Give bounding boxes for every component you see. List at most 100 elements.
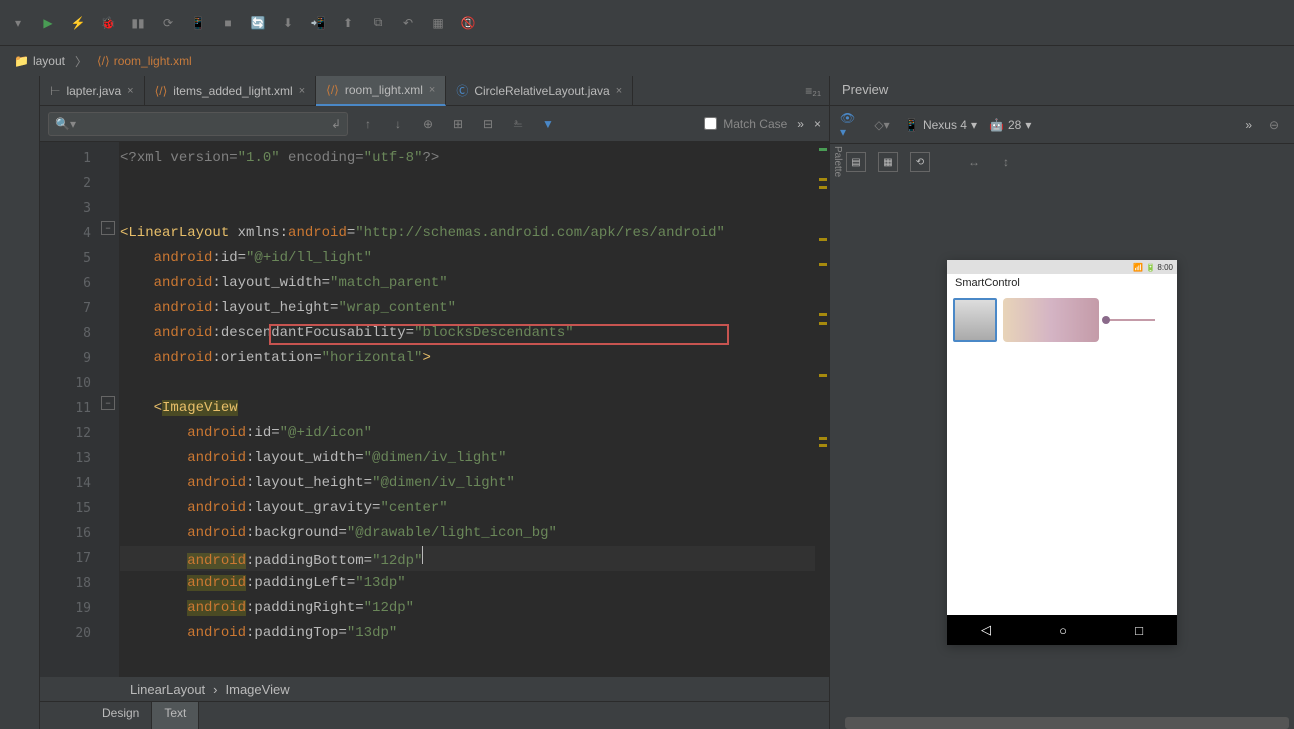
line-number: 1 [40,146,119,171]
design-text-tabs: Design Text [40,701,829,729]
breadcrumb-sep-icon: 〉 [75,53,87,70]
line-offset-icon[interactable]: ≡₂₁ [805,84,821,98]
target-icon[interactable]: ⊕ [418,114,438,134]
line-number: 8 [40,321,119,346]
editor-tabs: ⊢lapter.java× ⟨/⟩items_added_light.xml× … [40,76,829,106]
run-icon[interactable]: ▶ [38,13,58,33]
breadcrumb: 📁 layout 〉 ⟨/⟩ room_light.xml [0,46,1294,76]
path-item[interactable]: ImageView [226,682,290,697]
fold-icon[interactable]: − [101,396,115,410]
line-number: 18 [40,571,119,596]
back-icon: ◁ [981,622,991,638]
dropdown-icon[interactable]: ▾ [8,13,28,33]
close-icon[interactable]: × [616,85,622,97]
pan-h-icon[interactable]: ↔ [964,152,984,172]
line-number: 20 [40,621,119,646]
match-case-checkbox[interactable]: Match Case [704,117,787,131]
close-icon[interactable]: × [299,85,305,97]
search-input[interactable]: 🔍▾↲ [48,112,348,136]
palette-label[interactable]: Palette [832,146,843,177]
sdk-icon[interactable]: ⬆ [338,13,358,33]
debug-icon[interactable]: 🐞 [98,13,118,33]
api-selector[interactable]: 🤖 28 ▾ [989,118,1031,132]
line-number: 17 [40,546,119,571]
eye-icon[interactable]: 👁▾ [840,115,860,135]
layout-icon[interactable]: ▦ [428,13,448,33]
scrollbar[interactable] [845,717,1289,729]
line-number: 13 [40,446,119,471]
preview-panel: Preview 👁▾ ◇▾ 📱 Nexus 4 ▾ 🤖 28 ▾ » ⊖ Pal… [829,76,1294,729]
attach-icon[interactable]: 📱 [188,13,208,33]
pan-v-icon[interactable]: ↕ [996,152,1016,172]
line-number: 5 [40,246,119,271]
sync-icon[interactable]: 🔄 [248,13,268,33]
stop-icon[interactable]: ■ [218,13,238,33]
next-icon[interactable]: ↓ [388,114,408,134]
structure-icon[interactable]: ⧉ [368,13,388,33]
coverage-icon[interactable]: ⟳ [158,13,178,33]
prev-icon[interactable]: ↑ [358,114,378,134]
close-find-icon[interactable]: × [814,117,821,131]
profile-icon[interactable]: ▮▮ [128,13,148,33]
tab-items-added[interactable]: ⟨/⟩items_added_light.xml× [145,76,317,106]
tab-lapter[interactable]: ⊢lapter.java× [40,76,145,106]
gradient-bar [1003,298,1099,342]
line-number: 16 [40,521,119,546]
code-editor[interactable]: <?xml version="1.0" encoding="utf-8"?> <… [120,142,815,677]
device-icon[interactable]: 📵 [458,13,478,33]
refresh-icon[interactable]: ⟲ [910,152,930,172]
line-number: 15 [40,496,119,521]
close-icon[interactable]: × [429,84,435,96]
download-icon[interactable]: ⬇ [278,13,298,33]
home-icon: ○ [1059,623,1067,638]
more-icon[interactable]: » [1245,118,1252,132]
line-number: 10 [40,371,119,396]
slider [1105,319,1155,321]
breadcrumb-file[interactable]: ⟨/⟩ room_light.xml [91,52,198,70]
error-strip [815,142,829,677]
device-selector[interactable]: 📱 Nexus 4 ▾ [904,118,977,132]
close-icon[interactable]: × [127,85,133,97]
light-icon [953,298,997,342]
line-number: 3 [40,196,119,221]
avd-icon[interactable]: 📲 [308,13,328,33]
add-sel-icon[interactable]: ⊞ [448,114,468,134]
lightning-icon[interactable]: ⚡ [68,13,88,33]
fold-icon[interactable]: − [101,221,115,235]
minimize-icon[interactable]: ⊖ [1264,115,1284,135]
line-number: 9 [40,346,119,371]
left-tool-strip [0,76,40,729]
select-all-icon[interactable]: ⎁ [508,114,528,134]
line-number: 6 [40,271,119,296]
phone-statusbar: 📶 🔋 8:00 [947,260,1177,274]
phone-nav: ◁ ○ □ [947,615,1177,645]
blueprint-icon[interactable]: ▦ [878,152,898,172]
line-number: 12 [40,421,119,446]
tab-room-light[interactable]: ⟨/⟩room_light.xml× [316,76,446,106]
more-icon[interactable]: » [797,117,804,131]
main-toolbar: ▾ ▶ ⚡ 🐞 ▮▮ ⟳ 📱 ■ 🔄 ⬇ 📲 ⬆ ⧉ ↶ ▦ 📵 [0,0,1294,46]
line-number: 19 [40,596,119,621]
line-number: 7 [40,296,119,321]
tab-design[interactable]: Design [90,702,152,729]
match-case-input[interactable] [704,117,717,130]
breadcrumb-folder[interactable]: 📁 layout [8,52,71,70]
orientation-icon[interactable]: ◇▾ [872,115,892,135]
line-gutter: 1 2 3 4 5 6 7 8 9 10 11 12 13 14 15 16 1… [40,142,120,677]
preview-title: Preview [830,76,1294,106]
line-number: 14 [40,471,119,496]
remove-sel-icon[interactable]: ⊟ [478,114,498,134]
path-item[interactable]: LinearLayout [130,682,205,697]
phone-mockup: 📶 🔋 8:00 SmartControl ◁ ○ □ [947,260,1177,645]
line-number: 2 [40,171,119,196]
find-bar: 🔍▾↲ ↑ ↓ ⊕ ⊞ ⊟ ⎁ ▼ Match Case » × [40,106,829,142]
view-mode-icon[interactable]: ▤ [846,152,866,172]
status-breadcrumb: LinearLayout › ImageView [40,677,829,701]
filter-icon[interactable]: ▼ [538,114,558,134]
app-title: SmartControl [947,274,1177,294]
preview-canvas: 📶 🔋 8:00 SmartControl ◁ ○ □ [830,180,1294,729]
tab-text[interactable]: Text [152,702,199,729]
undo-icon[interactable]: ↶ [398,13,418,33]
tab-circle-layout[interactable]: ⒸCircleRelativeLayout.java× [446,76,633,106]
recents-icon: □ [1135,623,1143,638]
